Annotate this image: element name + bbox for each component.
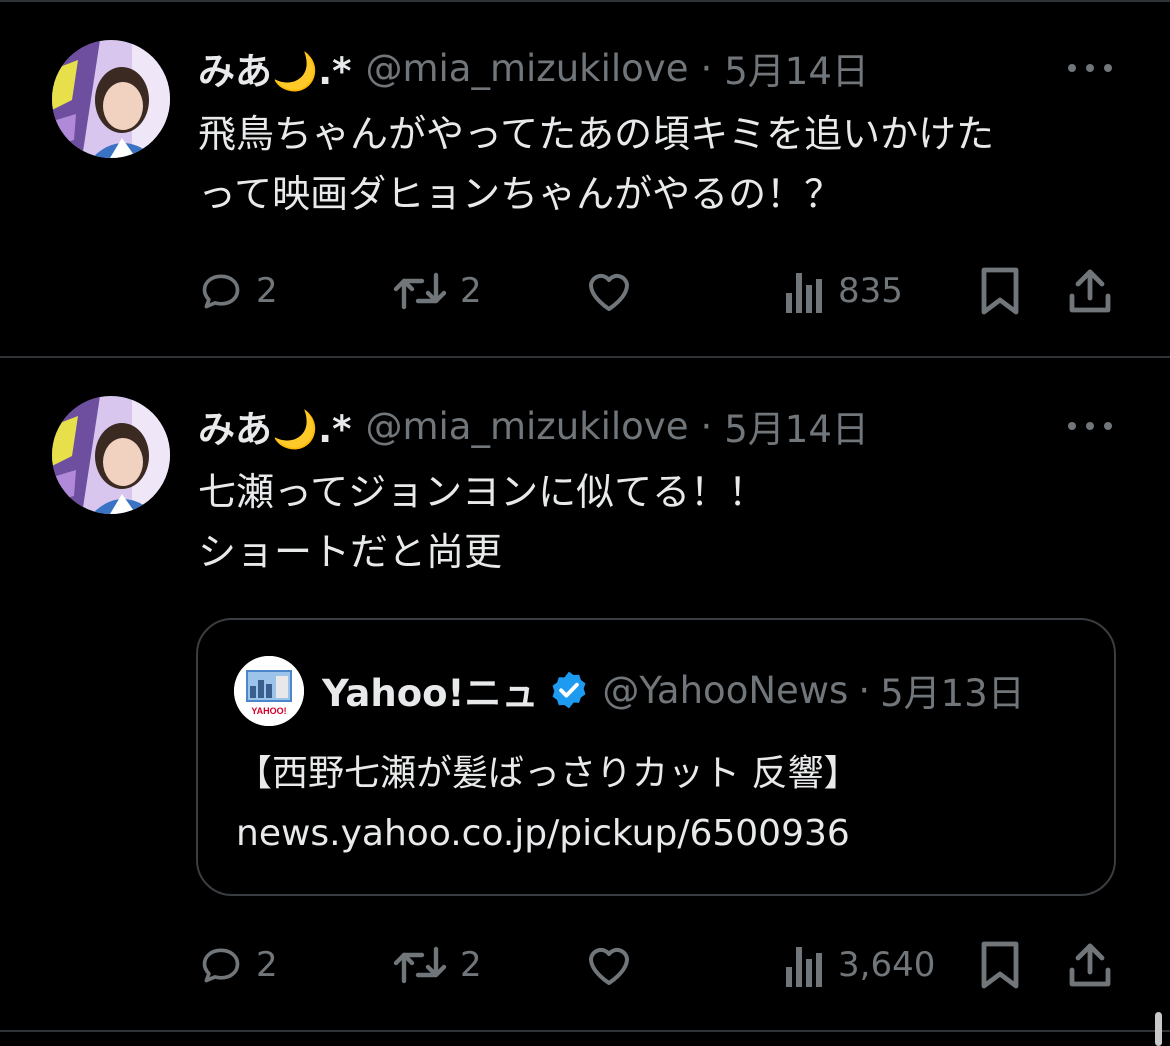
separator-dot: · [858, 668, 871, 712]
quote-avatar[interactable]: YAHOO! [234, 656, 304, 726]
like-button[interactable] [584, 943, 634, 987]
views-button[interactable]: 3,640 [786, 943, 935, 987]
more-icon[interactable] [1068, 406, 1112, 446]
quote-user-handle[interactable]: @YahooNews [602, 669, 848, 712]
tweet-text-line: って映画ダヒョンちゃんがやるの！？ [198, 172, 843, 216]
bookmark-icon [981, 267, 1019, 315]
bookmark-button[interactable] [980, 940, 1020, 990]
quote-header: Yahoo!ニュ @YahooNews · 5月13日 [322, 662, 1082, 718]
user-handle[interactable]: @mia_mizukilove [365, 405, 688, 448]
quote-user-name[interactable]: Yahoo!ニュ [322, 663, 538, 717]
quote-text: 【西野七瀬が髪ばっさりカット 反響】 news.yahoo.co.jp/pick… [236, 744, 859, 864]
separator-dot: · [700, 404, 713, 448]
retweet-count: 2 [460, 945, 482, 985]
views-icon [786, 273, 822, 313]
tweet-text: 飛鳥ちゃんがやってたあの頃キミを追いかけた って映画ダヒョンちゃんがやるの！？ [198, 104, 1098, 224]
reply-count: 2 [256, 271, 278, 311]
retweet-icon [393, 272, 447, 310]
action-bar: 2 2 835 [0, 266, 1170, 316]
post-date[interactable]: 5月14日 [724, 41, 869, 95]
retweet-button[interactable]: 2 [392, 269, 482, 313]
share-icon [1069, 269, 1111, 313]
reply-button[interactable]: 2 [198, 269, 278, 313]
separator-dot: · [700, 46, 713, 90]
quote-text-line: 【西野七瀬が髪ばっさりカット 反響】 [236, 753, 860, 794]
avatar[interactable] [52, 40, 170, 158]
reply-icon [202, 948, 240, 983]
action-bar: 2 2 3,640 [0, 940, 1170, 990]
reply-count: 2 [256, 945, 278, 985]
user-name[interactable]: みあ🌙.* [198, 41, 351, 95]
share-button[interactable] [1066, 940, 1114, 990]
share-icon [1069, 943, 1111, 987]
tweet-header: みあ🌙.* @mia_mizukilove · 5月14日 [198, 396, 869, 456]
yahoo-logo-text: YAHOO! [251, 706, 286, 716]
like-button[interactable] [584, 269, 634, 313]
divider [0, 1030, 1170, 1032]
post-date[interactable]: 5月14日 [724, 399, 869, 453]
tweet-text: 七瀬ってジョンヨンに似てる！！ ショートだと尚更 [198, 462, 1098, 582]
user-name[interactable]: みあ🌙.* [198, 399, 351, 453]
quote-link[interactable]: news.yahoo.co.jp/pickup/6500936 [236, 804, 859, 864]
timeline-feed: みあ🌙.* @mia_mizukilove · 5月14日 飛鳥ちゃんがやってた… [0, 0, 1170, 1046]
avatar[interactable] [52, 396, 170, 514]
tweet-text-line: 飛鳥ちゃんがやってたあの頃キミを追いかけた [198, 112, 995, 156]
reply-icon [202, 274, 240, 309]
tweet-1[interactable]: みあ🌙.* @mia_mizukilove · 5月14日 飛鳥ちゃんがやってた… [0, 0, 1170, 356]
quote-date[interactable]: 5月13日 [880, 663, 1025, 717]
like-icon [589, 273, 629, 311]
more-icon[interactable] [1068, 48, 1112, 88]
like-icon [589, 947, 629, 985]
user-handle[interactable]: @mia_mizukilove [365, 47, 688, 90]
tweet-2[interactable]: みあ🌙.* @mia_mizukilove · 5月14日 七瀬ってジョンヨンに… [0, 358, 1170, 1030]
scrollbar-thumb[interactable] [1155, 1012, 1162, 1046]
verified-icon [552, 671, 586, 709]
retweet-icon [393, 946, 447, 984]
views-button[interactable]: 835 [786, 269, 903, 313]
bookmark-icon [981, 941, 1019, 989]
retweet-button[interactable]: 2 [392, 943, 482, 987]
views-count: 3,640 [838, 945, 936, 985]
tweet-text-line: 七瀬ってジョンヨンに似てる！！ [198, 470, 767, 514]
reply-button[interactable]: 2 [198, 943, 278, 987]
tweet-text-line: ショートだと尚更 [198, 530, 503, 574]
bookmark-button[interactable] [980, 266, 1020, 316]
views-count: 835 [838, 271, 903, 311]
views-icon [786, 947, 822, 987]
share-button[interactable] [1066, 266, 1114, 316]
tweet-header: みあ🌙.* @mia_mizukilove · 5月14日 [198, 38, 869, 98]
quoted-tweet[interactable]: YAHOO! Yahoo!ニュ @YahooNews · 5月13日 【西野七瀬… [196, 618, 1116, 896]
retweet-count: 2 [460, 271, 482, 311]
